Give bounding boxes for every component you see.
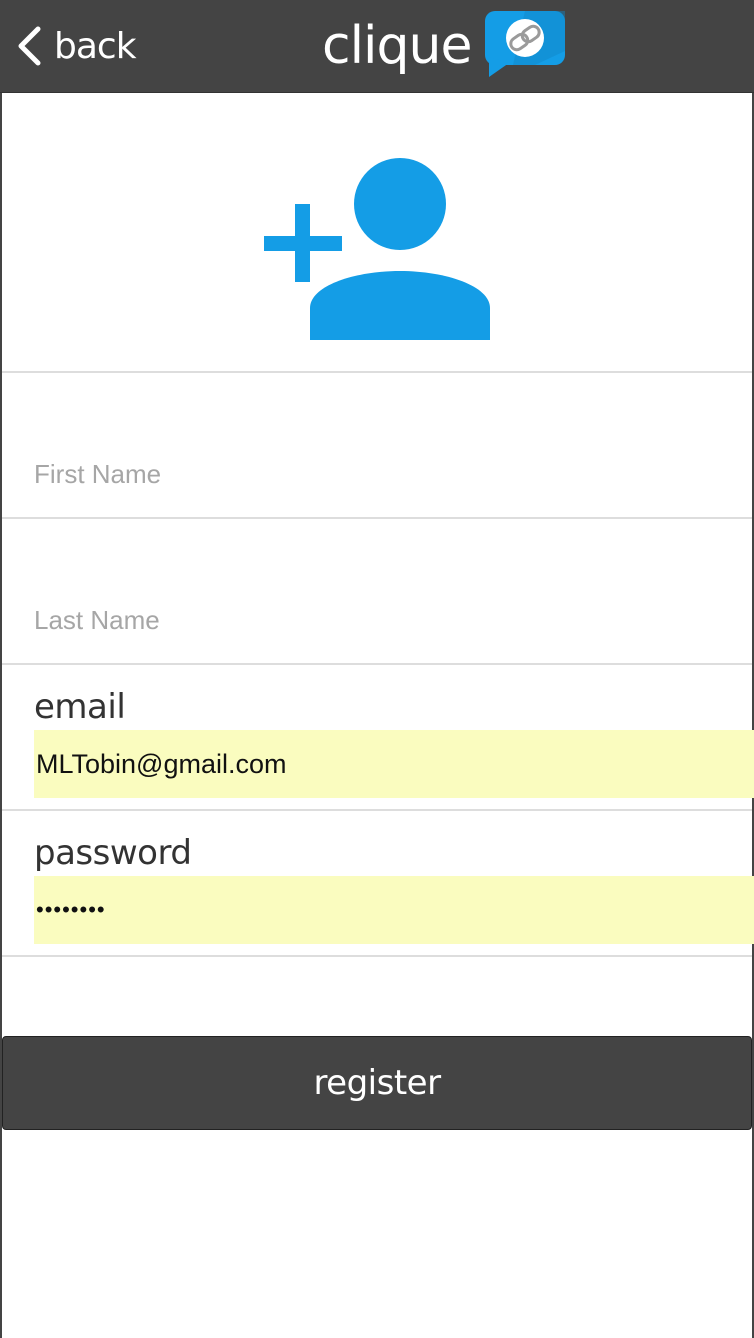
email-field[interactable]: MLTobin@gmail.com <box>34 730 754 798</box>
add-user-icon[interactable] <box>262 158 494 340</box>
last-name-row <box>2 519 752 665</box>
back-button[interactable]: back <box>16 22 137 70</box>
password-value: •••••••• <box>36 897 106 922</box>
password-label: password <box>34 833 192 873</box>
top-bar: back clique <box>0 0 754 93</box>
password-field[interactable]: •••••••• <box>34 876 754 944</box>
email-label: email <box>34 687 126 727</box>
first-name-input[interactable] <box>34 452 714 496</box>
last-name-input[interactable] <box>34 598 714 642</box>
register-button[interactable]: register <box>2 1036 752 1130</box>
avatar-section <box>2 92 752 373</box>
brand: clique <box>322 11 566 81</box>
back-label: back <box>54 25 137 67</box>
password-row: password •••••••• <box>2 811 754 957</box>
chat-bubble-link-icon <box>485 11 566 81</box>
email-row: email MLTobin@gmail.com <box>2 665 754 811</box>
chevron-left-icon <box>16 26 42 66</box>
brand-name: clique <box>322 16 472 76</box>
email-value: MLTobin@gmail.com <box>36 748 287 779</box>
register-label: register <box>313 1063 441 1103</box>
first-name-row <box>2 373 752 519</box>
